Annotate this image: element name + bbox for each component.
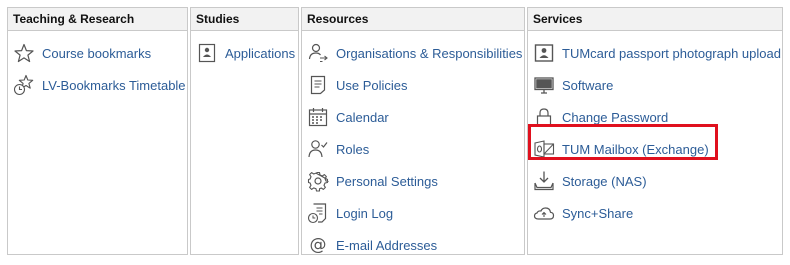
menu-item-applications[interactable]: Applications [195, 39, 295, 67]
menu-item-label: Login Log [336, 205, 394, 221]
menu-item-label: Organisations & Responsibilities [336, 45, 523, 61]
highlight-box [528, 124, 718, 160]
menu-item-label: Personal Settings [336, 173, 438, 189]
menu-item-use-policies[interactable]: Use Policies [306, 71, 408, 99]
menu-item-storage-nas[interactable]: Storage (NAS) [532, 167, 647, 195]
panel-studies: Studies Applications [190, 7, 299, 255]
panel-teaching-research: Teaching & Research Course bookmarks LV-… [7, 7, 188, 255]
menu-item-calendar[interactable]: Calendar [306, 103, 389, 131]
menu-item-label: TUMcard passport photograph upload [562, 45, 781, 61]
menu-item-sync-share[interactable]: Sync+Share [532, 199, 633, 227]
id-card-icon [195, 41, 219, 65]
star-icon [12, 41, 36, 65]
menu-item-roles[interactable]: Roles [306, 135, 369, 163]
cloud-upload-icon [532, 201, 556, 225]
menu-item-tumcard-photo-upload[interactable]: TUMcard passport photograph upload [532, 39, 781, 67]
menu-item-login-log[interactable]: Login Log [306, 199, 393, 227]
panel-body: Course bookmarks LV-Bookmarks Timetable [8, 31, 187, 254]
calendar-icon [306, 105, 330, 129]
menu-item-label: Course bookmarks [42, 45, 152, 61]
panel-title: Resources [302, 8, 524, 31]
user-transfer-icon [306, 41, 330, 65]
at-icon: @ [309, 234, 327, 255]
panel-title: Services [528, 8, 782, 31]
log-document-icon [306, 201, 330, 225]
document-icon [306, 73, 330, 97]
user-check-icon [306, 137, 330, 161]
panel-resources: Resources Organisations & Responsibiliti… [301, 7, 525, 255]
menu-item-label: Roles [336, 141, 370, 157]
menu-item-organisations-responsibilities[interactable]: Organisations & Responsibilities [306, 39, 522, 67]
menu-item-software[interactable]: Software [532, 71, 613, 99]
panel-body: Applications [191, 31, 298, 254]
menu-item-label: Storage (NAS) [562, 173, 647, 189]
menu-item-email-addresses[interactable]: @ E-mail Addresses [306, 231, 438, 259]
menu-item-label: LV-Bookmarks Timetable [42, 77, 186, 93]
panel-body: Organisations & Responsibilities Use Pol… [302, 31, 524, 254]
menu-item-label: Calendar [336, 109, 389, 125]
menu-item-personal-settings[interactable]: Personal Settings [306, 167, 438, 195]
menu-item-lv-bookmarks-timetable[interactable]: LV-Bookmarks Timetable [12, 71, 186, 99]
menu-item-label: E-mail Addresses [336, 237, 438, 253]
menu-item-label: Software [562, 77, 614, 93]
photo-id-icon [532, 41, 556, 65]
storage-download-icon [532, 169, 556, 193]
menu-item-label: Change Password [562, 109, 669, 125]
menu-item-course-bookmarks[interactable]: Course bookmarks [12, 39, 151, 67]
star-clock-icon [12, 73, 36, 97]
gear-icon [306, 169, 330, 193]
menu-item-label: Sync+Share [562, 205, 634, 221]
menu-item-label: Applications [225, 45, 296, 61]
panel-title: Teaching & Research [8, 8, 187, 31]
monitor-icon [532, 73, 556, 97]
menu-item-label: Use Policies [336, 77, 408, 93]
panel-title: Studies [191, 8, 298, 31]
